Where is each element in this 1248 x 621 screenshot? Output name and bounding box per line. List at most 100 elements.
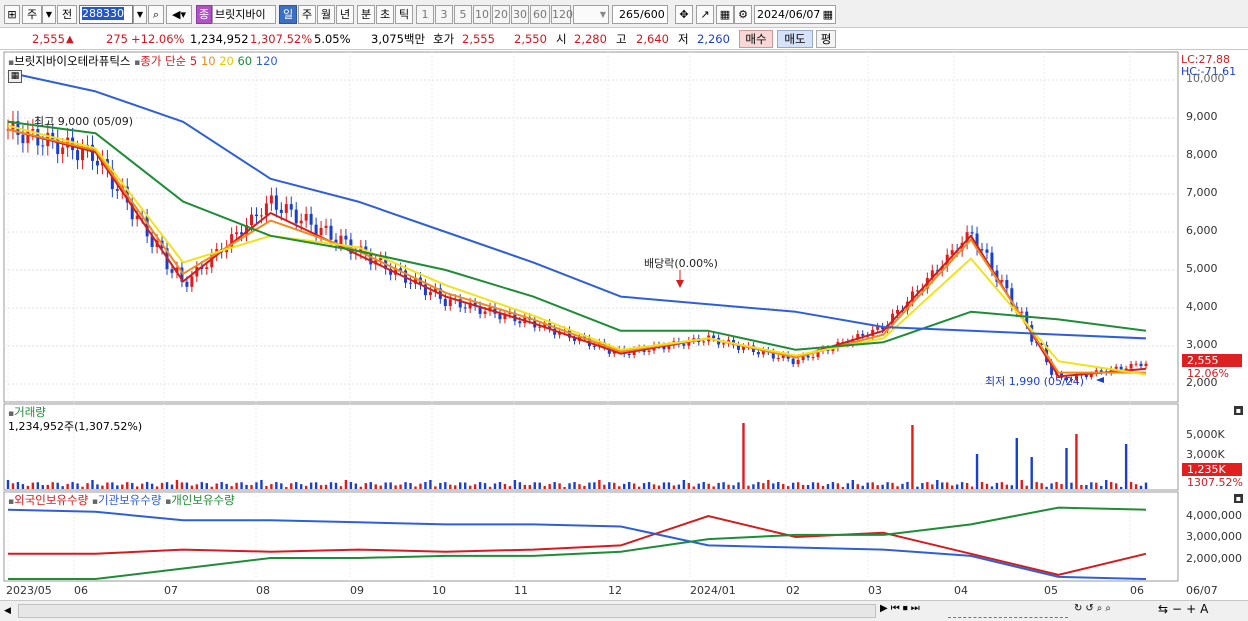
volume-bar xyxy=(573,482,576,489)
sell-button[interactable]: 매도 xyxy=(777,30,813,48)
volume-bar xyxy=(101,485,104,489)
gear-icon[interactable]: ⚙ xyxy=(734,5,752,24)
ma-60-label: 60 xyxy=(237,54,253,68)
panel-close-icon[interactable]: ▪ xyxy=(1234,406,1243,415)
ask-label: 호가 xyxy=(433,32,455,46)
tab-period-0[interactable]: 일 xyxy=(279,5,297,24)
tab-period-1[interactable]: 주 xyxy=(298,5,316,24)
panel-close-icon[interactable]: ▪ xyxy=(1234,494,1243,503)
volume-bar xyxy=(215,483,218,489)
ma-10-label: 10 xyxy=(200,54,216,68)
volume-bar xyxy=(583,485,586,489)
zoom-buttons-icon[interactable]: ⇆−+A xyxy=(1158,602,1212,616)
zoom-slider[interactable] xyxy=(948,604,1068,618)
tab-period-5[interactable]: 초 xyxy=(376,5,394,24)
drawing-icon[interactable]: ↗ xyxy=(696,5,714,24)
chevron-down-icon[interactable]: ▼ xyxy=(42,5,56,24)
x-axis-label: 05 xyxy=(1044,584,1058,597)
tab-period-2[interactable]: 월 xyxy=(317,5,335,24)
interval-4[interactable]: 20 xyxy=(492,5,510,24)
volume-bar xyxy=(81,486,84,489)
ma-legend: 종가 단순 xyxy=(140,54,187,68)
volume-bar xyxy=(578,484,581,489)
volume-bar xyxy=(414,486,417,489)
volume-bar xyxy=(767,480,770,489)
price-legend: ▪브릿지바이오테라퓨틱스 ▪종가 단순 5 10 20 60 120 xyxy=(8,53,278,69)
volume-bar xyxy=(285,486,288,489)
volume-bar xyxy=(518,482,522,489)
tab-period-6[interactable]: 틱 xyxy=(395,5,413,24)
interval-2[interactable]: 5 xyxy=(454,5,472,24)
volume-bar xyxy=(801,484,805,489)
candle-body xyxy=(329,225,333,240)
search-icon[interactable]: ⌕ xyxy=(148,5,164,24)
interval-7[interactable]: 120 xyxy=(551,5,573,24)
tab-period-3[interactable]: 년 xyxy=(336,5,354,24)
volume-bar xyxy=(856,484,859,489)
interval-0[interactable]: 1 xyxy=(416,5,434,24)
sound-icon[interactable]: ◀▾ xyxy=(166,5,192,24)
volume-bar xyxy=(369,482,372,489)
volume-bar xyxy=(692,486,695,489)
code-input[interactable]: 288330 xyxy=(79,5,133,24)
interval-6[interactable]: 60 xyxy=(530,5,550,24)
candle-body xyxy=(483,311,487,314)
holding-legend: ▪외국인보유수량 ▪기관보유수량 ▪개인보유수량 xyxy=(8,492,235,508)
volume-bar xyxy=(821,485,825,489)
volume-bar xyxy=(304,485,308,489)
volume-bar xyxy=(841,486,845,489)
volume-bar xyxy=(1114,483,1118,489)
panel-menu-icon[interactable]: ▦ xyxy=(8,70,22,83)
interval-3[interactable]: 10 xyxy=(473,5,491,24)
zoom-tools-icon[interactable]: ↻↺⌕⌕ xyxy=(1074,603,1114,614)
candle-body xyxy=(284,204,288,213)
holding-series-2: 개인보유수량 xyxy=(171,493,235,507)
volume-bar xyxy=(871,482,874,489)
interval-1[interactable]: 3 xyxy=(435,5,453,24)
grid-icon[interactable]: ▦ xyxy=(716,5,734,24)
interval-custom-select[interactable]: ▼ xyxy=(573,5,609,24)
calendar-icon[interactable]: ▦ xyxy=(823,6,833,23)
volume-bar xyxy=(777,482,780,489)
change: 275 xyxy=(106,32,128,46)
volume-bar xyxy=(275,482,278,489)
avg-button[interactable]: 평 xyxy=(816,30,836,48)
volume-bar xyxy=(136,486,139,489)
stock-name[interactable]: 브릿지바이 xyxy=(212,5,276,24)
period-main-select[interactable]: 주 xyxy=(22,5,42,24)
count-field[interactable]: 265/600 xyxy=(612,5,668,24)
y-tick-0: 10,000 xyxy=(1186,72,1225,85)
buy-button[interactable]: 매수 xyxy=(739,30,773,48)
volume-bar xyxy=(31,482,35,489)
candle-body xyxy=(344,235,348,240)
volume-bar xyxy=(354,483,358,489)
playback-controls-icon[interactable]: ▶⏮⏹⏭ xyxy=(880,603,923,614)
candle-body xyxy=(1005,279,1009,289)
stock-legend: 브릿지바이오테라퓨틱스 xyxy=(14,54,131,68)
crosshair-icon[interactable]: ✥ xyxy=(675,5,693,24)
volume-bar xyxy=(404,482,407,489)
candle-body xyxy=(1144,363,1148,367)
interval-5[interactable]: 30 xyxy=(511,5,529,24)
scroll-left-icon[interactable]: ◀ xyxy=(4,604,16,618)
x-axis-label: 06 xyxy=(1130,584,1144,597)
scrollbar-track[interactable] xyxy=(18,604,876,618)
toolbar: ⊞ 주 ▼ 전 288330 ▼ ⌕ ◀▾ 종 브릿지바이 일 주 월 년 분 … xyxy=(0,0,1248,28)
y-tick-1: 9,000 xyxy=(1186,110,1218,123)
volume-bar xyxy=(975,454,979,489)
volume-bar xyxy=(980,482,984,489)
volume-bar xyxy=(796,482,800,489)
volume-bar xyxy=(314,482,318,489)
volume-bar xyxy=(657,485,661,489)
volume-bar xyxy=(1139,485,1143,489)
volume-panel-frame xyxy=(3,403,1179,491)
date-field[interactable]: 2024/06/07 ▦ xyxy=(754,5,836,24)
x-axis-label: 10 xyxy=(432,584,446,597)
chart-settings-icon[interactable]: ⊞ xyxy=(4,5,20,24)
tab-period-4[interactable]: 분 xyxy=(357,5,375,24)
y-tick-7: 3,000 xyxy=(1186,338,1218,351)
volume-bar xyxy=(637,486,641,489)
code-dropdown-icon[interactable]: ▼ xyxy=(133,5,147,24)
volume-bar xyxy=(1134,484,1138,489)
prev-button[interactable]: 전 xyxy=(57,5,77,24)
